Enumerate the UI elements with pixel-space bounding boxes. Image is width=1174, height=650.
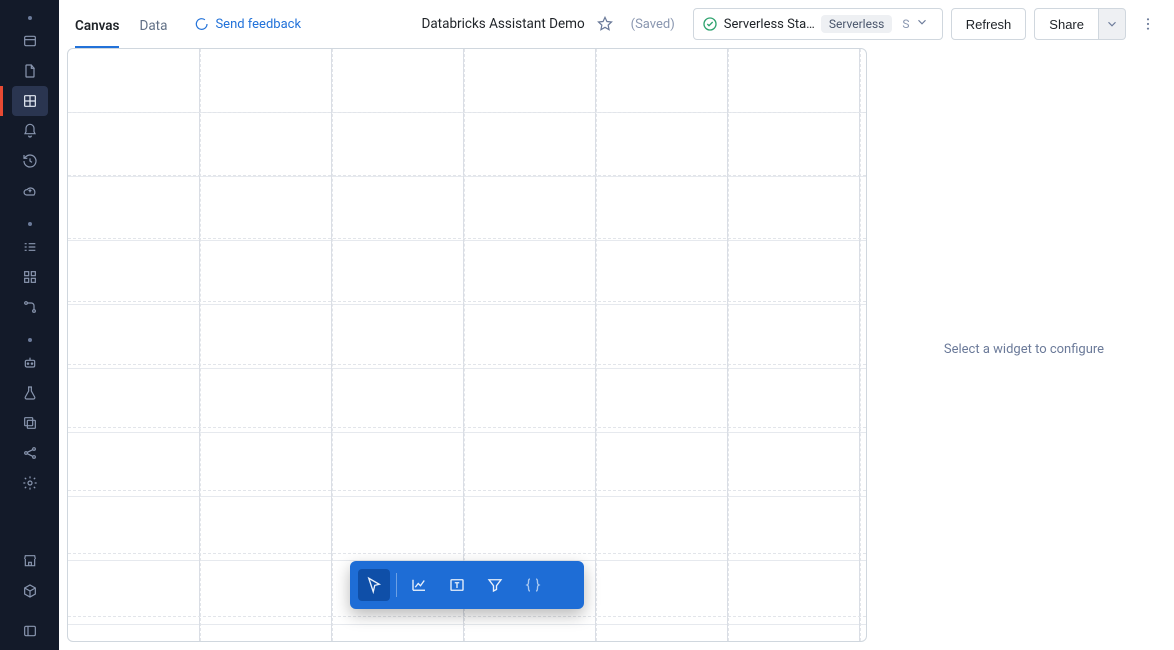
gear-icon bbox=[22, 475, 38, 491]
chart-line-icon bbox=[410, 576, 428, 594]
sidebar-separator bbox=[28, 16, 32, 20]
sidebar-item-catalog[interactable] bbox=[12, 262, 48, 292]
collapse-icon bbox=[22, 623, 38, 639]
main: Canvas Data Send feedback Databricks Ass… bbox=[59, 0, 1174, 650]
star-icon bbox=[597, 16, 613, 32]
cluster-tag: Serverless bbox=[821, 15, 893, 33]
tab-canvas[interactable]: Canvas bbox=[75, 18, 119, 48]
widget-toolbar bbox=[350, 561, 584, 609]
share-button[interactable]: Share bbox=[1034, 8, 1099, 40]
sidebar-item-settings[interactable] bbox=[12, 468, 48, 498]
text-box-icon bbox=[448, 576, 466, 594]
saved-status: (Saved) bbox=[631, 17, 675, 32]
title-area: Databricks Assistant Demo bbox=[421, 14, 614, 34]
refresh-button[interactable]: Refresh bbox=[951, 8, 1027, 40]
sidebar-item-ml[interactable] bbox=[12, 348, 48, 378]
chat-icon bbox=[193, 16, 209, 32]
bell-icon bbox=[22, 123, 38, 139]
sidebar-item-feature-store[interactable] bbox=[12, 408, 48, 438]
sidebar-item-files[interactable] bbox=[12, 56, 48, 86]
share-more-button[interactable] bbox=[1099, 8, 1126, 40]
cube-icon bbox=[22, 583, 38, 599]
copy-icon bbox=[22, 415, 38, 431]
canvas-area bbox=[59, 48, 874, 650]
sidebar-item-alerts[interactable] bbox=[12, 116, 48, 146]
list-icon bbox=[22, 239, 38, 255]
chevron-down-icon bbox=[1105, 17, 1119, 31]
grid-overlay bbox=[68, 49, 866, 641]
share-nodes-icon bbox=[22, 445, 38, 461]
more-options-button[interactable] bbox=[1134, 8, 1162, 40]
tool-text[interactable] bbox=[441, 569, 473, 601]
feedback-label: Send feedback bbox=[215, 17, 301, 32]
cursor-icon bbox=[365, 576, 383, 594]
cloud-icon bbox=[22, 183, 38, 199]
sidebar-item-dashboards[interactable] bbox=[12, 86, 48, 116]
sidebar-item-pipelines[interactable] bbox=[12, 292, 48, 322]
link-icon bbox=[22, 299, 38, 315]
topbar: Canvas Data Send feedback Databricks Ass… bbox=[59, 0, 1174, 48]
sidebar-separator bbox=[28, 338, 32, 342]
tool-chart[interactable] bbox=[403, 569, 435, 601]
sidebar-item-home[interactable] bbox=[12, 26, 48, 56]
beaker-icon bbox=[22, 385, 38, 401]
sidebar-item-experiments[interactable] bbox=[12, 378, 48, 408]
sidebar-item-cloud[interactable] bbox=[12, 176, 48, 206]
schema-icon bbox=[22, 269, 38, 285]
cluster-name: Serverless Sta… bbox=[724, 17, 815, 32]
history-icon bbox=[22, 153, 38, 169]
send-feedback-link[interactable]: Send feedback bbox=[193, 16, 301, 32]
filter-icon bbox=[486, 576, 504, 594]
config-panel: Select a widget to configure bbox=[874, 48, 1174, 650]
sidebar-separator bbox=[28, 222, 32, 226]
config-hint: Select a widget to configure bbox=[944, 342, 1104, 357]
sidebar-collapse[interactable] bbox=[12, 616, 48, 646]
tool-filter[interactable] bbox=[479, 569, 511, 601]
tool-select[interactable] bbox=[358, 569, 390, 601]
dashboard-icon bbox=[22, 93, 38, 109]
tab-data[interactable]: Data bbox=[139, 18, 167, 48]
sidebar-item-history[interactable] bbox=[12, 146, 48, 176]
check-circle-icon bbox=[702, 16, 718, 32]
store-icon bbox=[22, 553, 38, 569]
toolbar-separator bbox=[396, 573, 397, 597]
sidebar-item-models[interactable] bbox=[12, 438, 48, 468]
home-icon bbox=[22, 33, 38, 49]
braces-icon bbox=[524, 576, 542, 594]
chevron-down-icon bbox=[915, 15, 929, 33]
sidebar-item-marketplace[interactable] bbox=[12, 546, 48, 576]
sidebar-item-partner[interactable] bbox=[12, 576, 48, 606]
cluster-selector[interactable]: Serverless Sta… Serverless S bbox=[693, 8, 943, 40]
content: Select a widget to configure bbox=[59, 48, 1174, 650]
file-icon bbox=[22, 63, 38, 79]
tabs: Canvas Data bbox=[75, 0, 167, 48]
favorite-button[interactable] bbox=[595, 14, 615, 34]
robot-icon bbox=[22, 355, 38, 371]
kebab-icon bbox=[1140, 16, 1156, 32]
sidebar-item-workflows[interactable] bbox=[12, 232, 48, 262]
page-title: Databricks Assistant Demo bbox=[421, 16, 584, 32]
tool-parameter[interactable] bbox=[517, 569, 549, 601]
canvas[interactable] bbox=[67, 48, 867, 642]
cluster-suffix: S bbox=[902, 17, 909, 31]
share-button-group: Share bbox=[1034, 8, 1126, 40]
sidebar bbox=[0, 0, 59, 650]
